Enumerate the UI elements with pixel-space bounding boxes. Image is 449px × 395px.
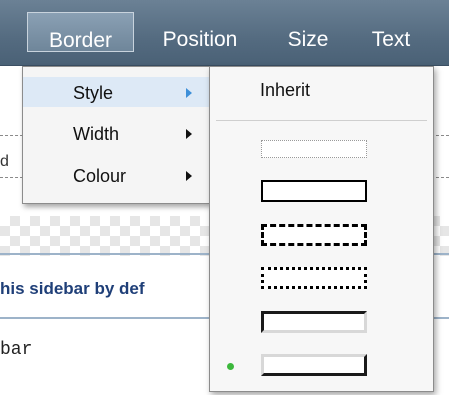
selected-bullet-icon bbox=[227, 363, 234, 370]
chevron-right-icon bbox=[186, 129, 192, 139]
chevron-right-icon bbox=[186, 88, 192, 98]
submenu-item-label: Inherit bbox=[260, 80, 311, 100]
menu-item-style[interactable]: Style bbox=[23, 77, 209, 107]
submenu-item-inherit[interactable]: Inherit bbox=[210, 67, 433, 113]
menu-item-colour[interactable]: Colour bbox=[23, 160, 209, 190]
background-sidebar-text: his sidebar by def bbox=[0, 279, 145, 298]
border-style-dashed-option[interactable] bbox=[261, 224, 367, 246]
chevron-right-icon bbox=[186, 171, 192, 181]
menu-item-label: Style bbox=[73, 83, 114, 103]
background-text-fragment: d bbox=[0, 153, 9, 170]
border-style-dotted-option[interactable] bbox=[261, 267, 367, 289]
tab-size[interactable]: Size bbox=[272, 0, 344, 65]
tab-position[interactable]: Position bbox=[150, 0, 250, 65]
menu-item-label: Colour bbox=[73, 166, 127, 186]
border-style-inset-option[interactable] bbox=[261, 311, 367, 333]
style-submenu: Inherit bbox=[209, 66, 434, 392]
menu-item-label: Width bbox=[73, 124, 120, 144]
border-dropdown-menu: Style Width Colour bbox=[22, 66, 210, 204]
separator bbox=[216, 120, 427, 121]
border-style-solid-option[interactable] bbox=[261, 180, 367, 202]
tab-text[interactable]: Text bbox=[360, 0, 422, 65]
border-style-outset-option[interactable] bbox=[261, 354, 367, 376]
menubar: Border Position Size Text bbox=[0, 0, 449, 66]
menu-item-width[interactable]: Width bbox=[23, 118, 209, 148]
tab-border[interactable]: Border bbox=[27, 12, 134, 52]
border-style-dotted-light-option[interactable] bbox=[261, 140, 367, 158]
background-mono-text: bar bbox=[0, 340, 33, 360]
